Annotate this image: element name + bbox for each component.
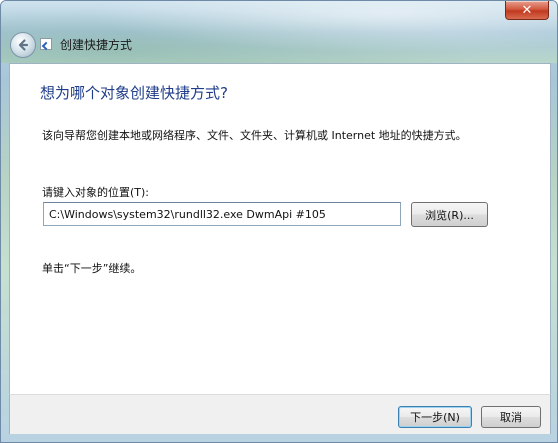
close-button[interactable]: ✕ (505, 1, 549, 20)
browse-button[interactable]: 浏览(R)... (411, 202, 488, 227)
location-label: 请键入对象的位置(T): (42, 186, 150, 199)
next-button[interactable]: 下一步(N) (398, 406, 472, 428)
description-text: 该向导帮您创建本地或网络程序、文件、文件夹、计算机或 Internet 地址的快… (42, 129, 467, 142)
shortcut-wizard-window: ✕ 创建快捷方式 想为哪个对象创建快捷方式? 该向导帮您创建本地或网络程序、文件… (0, 0, 558, 443)
continue-instruction: 单击“下一步”继续。 (42, 262, 142, 275)
title-bar: ✕ 创建快捷方式 (1, 1, 557, 63)
back-arrow-icon (18, 39, 29, 51)
cancel-button[interactable]: 取消 (481, 406, 541, 428)
window-title: 创建快捷方式 (60, 38, 133, 52)
wizard-content: 想为哪个对象创建快捷方式? 该向导帮您创建本地或网络程序、文件、文件夹、计算机或… (9, 63, 551, 395)
back-button[interactable] (10, 32, 36, 58)
close-icon: ✕ (521, 2, 533, 18)
shortcut-icon (40, 38, 52, 50)
page-heading: 想为哪个对象创建快捷方式? (40, 84, 228, 102)
location-input[interactable] (43, 202, 401, 226)
wizard-footer: 下一步(N) 取消 (9, 394, 551, 434)
